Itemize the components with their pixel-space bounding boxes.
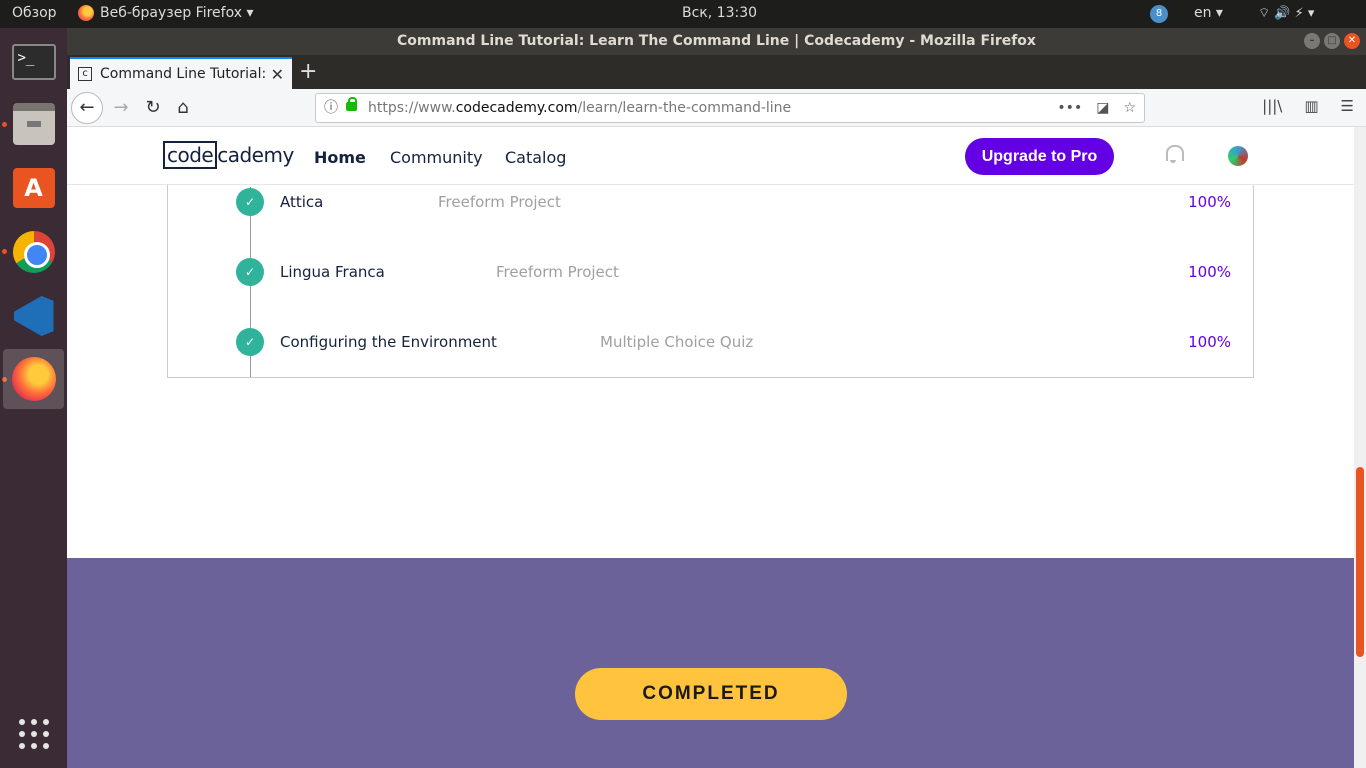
check-icon: ✓ [236,258,264,286]
back-button[interactable]: ← [71,92,103,124]
dock-firefox[interactable] [3,349,64,409]
logo-box: code [163,141,218,169]
bookmark-star-icon[interactable]: ☆ [1123,94,1136,122]
url-path: /learn/learn-the-command-line [577,100,792,116]
notification-badge[interactable]: 8 [1150,5,1168,23]
firefox-icon [78,5,94,21]
forward-button[interactable]: → [107,94,135,122]
dock-files[interactable] [3,94,64,154]
app-grid-icon [18,719,49,749]
chrome-icon [12,231,55,273]
url-actions: ••• ◪ ☆ [1057,94,1136,122]
software-store-icon: A [12,168,55,208]
system-tray[interactable]: ⌔ 🔊 ⚡ ▾ [1258,5,1314,21]
pocket-icon[interactable]: ◪ [1096,94,1109,122]
window-title: Command Line Tutorial: Learn The Command… [397,33,1036,49]
nav-catalog[interactable]: Catalog [505,148,566,167]
tab-bar: c Command Line Tutorial: Le ✕ + [67,55,1366,89]
app-menu-label: Веб-браузер Firefox ▾ [100,5,254,21]
dock: >_ A [0,28,67,768]
progress-card: ✓ Attica Freeform Project 100% ✓ Lingua … [167,167,1254,378]
app-menu[interactable]: Веб-браузер Firefox ▾ [78,5,254,21]
item-type: Freeform Project [438,193,561,211]
codecademy-logo[interactable]: code cademy [163,141,294,169]
reload-button[interactable]: ↻ [139,94,167,122]
show-applications-button[interactable] [3,704,64,764]
menu-icon[interactable]: ☰ [1341,97,1354,115]
progress-row[interactable]: ✓ Attica Freeform Project 100% [168,188,1255,218]
activities-button[interactable]: Обзор [12,5,57,21]
url-bar[interactable]: ⓘ https://www.codecademy.com/learn/learn… [315,93,1145,123]
home-button[interactable]: ⌂ [169,94,197,122]
clock[interactable]: Вск, 13:30 [682,5,757,21]
codecademy-favicon-icon: c [78,67,92,81]
nav-home[interactable]: Home [314,148,366,167]
files-icon [12,103,55,145]
toolbar-right: |||\ ▥ ☰ [1262,97,1354,115]
item-percent: 100% [1188,333,1231,351]
progress-row[interactable]: ✓ Lingua Franca Freeform Project 100% [168,258,1255,288]
close-tab-icon[interactable]: ✕ [271,65,284,84]
page-actions-icon[interactable]: ••• [1057,94,1082,122]
completed-button[interactable]: COMPLETED [575,668,847,720]
window-titlebar: Command Line Tutorial: Learn The Command… [67,28,1366,55]
site-header: code cademy Home Community Catalog Upgrad… [67,127,1354,185]
item-name[interactable]: Attica [280,193,323,211]
new-tab-button[interactable]: + [299,59,317,84]
check-icon: ✓ [236,328,264,356]
nav-community[interactable]: Community [390,148,483,167]
avatar[interactable] [1228,146,1248,166]
notifications-bell-icon[interactable] [1165,145,1184,163]
logo-text: cademy [217,143,294,167]
dock-vscode[interactable] [3,286,64,346]
maximize-button[interactable]: □ [1324,33,1340,49]
check-icon: ✓ [236,188,264,216]
url-host: codecademy.com [455,100,578,116]
dock-software[interactable]: A [3,158,64,218]
minimize-button[interactable]: – [1304,33,1320,49]
item-percent: 100% [1188,193,1231,211]
terminal-icon: >_ [11,44,56,80]
language-indicator[interactable]: en ▾ [1194,5,1223,21]
library-icon[interactable]: |||\ [1262,97,1282,115]
url-scheme: https://www. [368,100,456,116]
item-type: Freeform Project [496,263,619,281]
item-name[interactable]: Lingua Franca [280,263,385,281]
completion-band: COMPLETED [67,558,1354,768]
top-panel: Обзор Веб-браузер Firefox ▾ Вск, 13:30 8… [0,0,1366,28]
dock-chrome[interactable] [3,222,64,282]
firefox-icon [11,357,56,401]
tab-title: Command Line Tutorial: Le [100,66,265,82]
item-type: Multiple Choice Quiz [600,333,754,351]
item-percent: 100% [1188,263,1231,281]
dock-terminal[interactable]: >_ [3,32,64,92]
page-scrollbar[interactable] [1354,127,1366,768]
window-controls: – □ ✕ [1304,33,1360,49]
scrollbar-thumb[interactable] [1356,467,1364,657]
vscode-icon [13,296,54,336]
upgrade-to-pro-button[interactable]: Upgrade to Pro [965,138,1114,175]
navigation-toolbar: ← → ↻ ⌂ ⓘ https://www.codecademy.com/lea… [67,89,1366,127]
progress-row[interactable]: ✓ Configuring the Environment Multiple C… [168,328,1255,358]
lock-icon [346,97,357,111]
item-name[interactable]: Configuring the Environment [280,333,497,351]
sidebar-icon[interactable]: ▥ [1304,97,1318,115]
tab-active[interactable]: c Command Line Tutorial: Le ✕ [70,57,292,89]
site-info-icon[interactable]: ⓘ [324,94,338,122]
close-window-button[interactable]: ✕ [1344,33,1360,49]
page-content: ✓ Attica Freeform Project 100% ✓ Lingua … [67,127,1354,768]
